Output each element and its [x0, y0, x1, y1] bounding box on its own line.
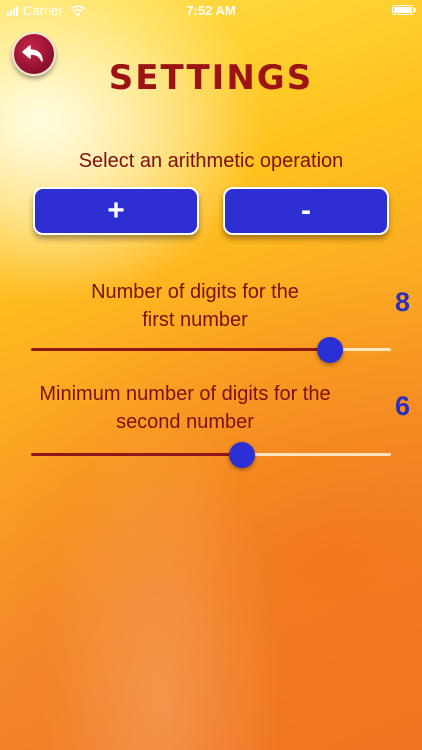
second-number-slider[interactable] — [31, 440, 391, 470]
page-title: SETTINGS — [108, 58, 314, 98]
background — [0, 0, 422, 750]
minus-button[interactable]: - — [223, 187, 389, 235]
first-number-label: Number of digits for the first number — [20, 278, 370, 334]
first-number-value: 8 — [394, 287, 410, 317]
second-number-label-line1: Minimum number of digits for the — [39, 383, 331, 405]
slider-track-fill — [31, 453, 242, 456]
plus-button[interactable]: + — [33, 187, 199, 235]
second-number-value: 6 — [394, 391, 410, 421]
first-number-label-line2: first number — [142, 309, 248, 331]
operation-label: Select an arithmetic operation — [78, 150, 344, 172]
status-bar: Carrier 7:52 AM — [0, 0, 422, 22]
status-time: 7:52 AM — [186, 3, 236, 18]
first-number-label-line1: Number of digits for the — [91, 281, 299, 303]
second-number-label-line2: second number — [116, 411, 254, 433]
second-number-label: Minimum number of digits for the second … — [10, 380, 360, 436]
first-number-slider[interactable] — [31, 335, 391, 365]
slider-track-fill — [31, 348, 330, 351]
slider-thumb[interactable] — [228, 442, 255, 468]
slider-thumb[interactable] — [316, 337, 343, 363]
battery-icon — [392, 5, 416, 15]
